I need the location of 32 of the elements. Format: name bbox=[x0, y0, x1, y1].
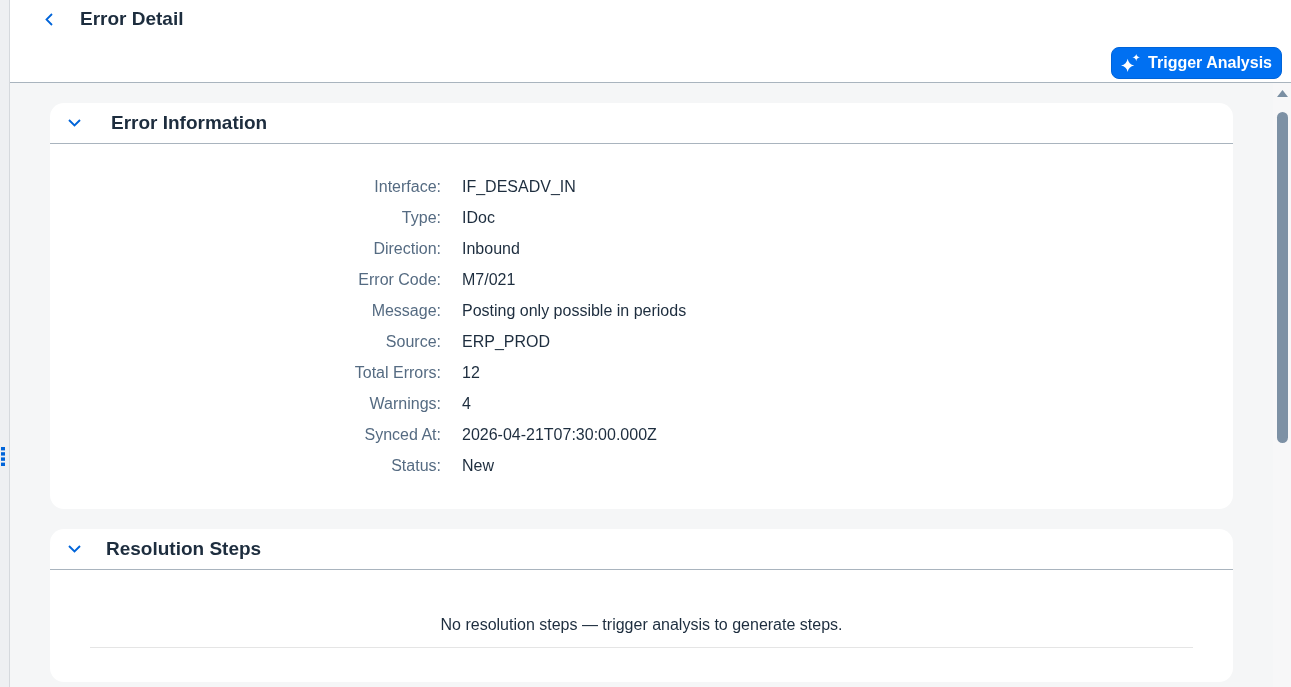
field-value: 2026-04-21T07:30:00.000Z bbox=[462, 425, 657, 445]
field-label: Error Code: bbox=[358, 270, 441, 290]
field-value: IDoc bbox=[462, 208, 495, 228]
trigger-analysis-button[interactable]: Trigger Analysis bbox=[1111, 47, 1282, 79]
field-value: Posting only possible in periods bbox=[462, 301, 687, 321]
scroll-up-arrow-icon[interactable] bbox=[1277, 90, 1288, 97]
field-label: Interface: bbox=[374, 177, 441, 197]
section-title: Resolution Steps bbox=[106, 537, 262, 561]
field-value: 4 bbox=[462, 394, 471, 414]
field-label: Type: bbox=[401, 208, 441, 228]
field-value: M7/021 bbox=[462, 270, 516, 290]
field-value: 12 bbox=[462, 363, 480, 383]
field-value: Inbound bbox=[462, 239, 520, 259]
scrollbar-thumb[interactable] bbox=[1277, 112, 1288, 443]
field-label: Total Errors: bbox=[354, 363, 441, 383]
field-label: Warnings: bbox=[369, 394, 441, 414]
field-label: Message: bbox=[371, 301, 441, 321]
field-label: Status: bbox=[391, 456, 441, 476]
sparkle-icon bbox=[1120, 53, 1142, 73]
field-value: IF_DESADV_IN bbox=[462, 177, 576, 197]
empty-state-message: No resolution steps — trigger analysis to generate steps. bbox=[439, 615, 844, 635]
field-value: New bbox=[462, 456, 494, 476]
section-title: Error Information bbox=[111, 111, 268, 135]
field-value: ERP_PROD bbox=[462, 332, 551, 352]
resize-grip-icon[interactable] bbox=[1, 447, 5, 466]
page-title: Error Detail bbox=[80, 7, 184, 31]
field-label: Direction: bbox=[373, 239, 441, 259]
chevron-down-icon[interactable] bbox=[68, 119, 81, 127]
field-label: Source: bbox=[385, 332, 441, 352]
chevron-down-icon[interactable] bbox=[68, 545, 81, 553]
field-label: Synced At: bbox=[364, 425, 441, 445]
back-chevron-icon[interactable] bbox=[45, 12, 53, 26]
